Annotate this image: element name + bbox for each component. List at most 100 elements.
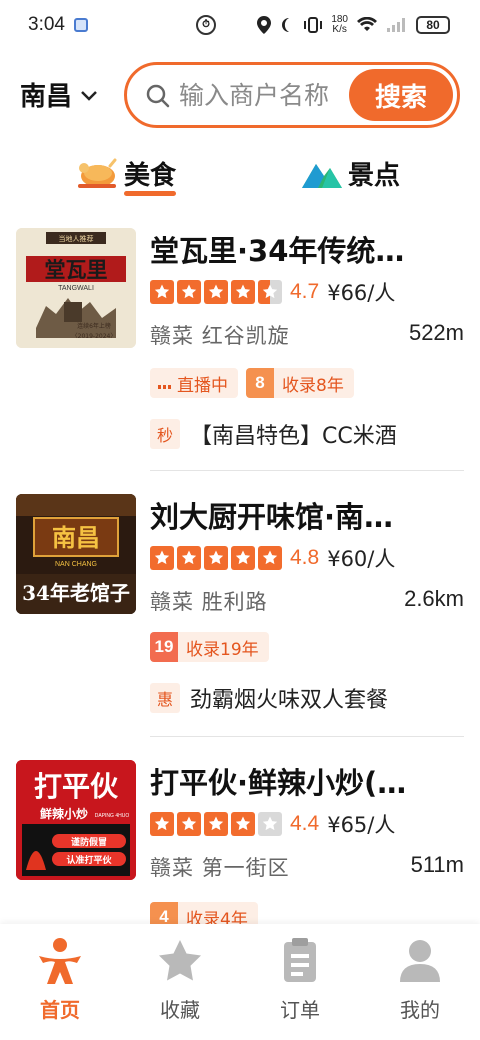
live-tag[interactable]: 直播中 <box>150 368 238 398</box>
nav-favorites-label: 收藏 <box>160 998 200 1022</box>
header: 南昌 搜索 <box>0 58 480 130</box>
moon-icon <box>282 18 290 32</box>
search-bar: 搜索 <box>124 62 460 128</box>
svg-text:谨防假冒: 谨防假冒 <box>71 836 107 848</box>
svg-text:34年老馆子: 34年老馆子 <box>22 581 130 605</box>
nav-home[interactable]: 首页 <box>15 936 105 1023</box>
cuisine-area: 赣菜 第一街区 <box>150 856 290 880</box>
svg-text:TANGWALI: TANGWALI <box>58 285 94 292</box>
discount-badge: 惠 <box>150 683 180 713</box>
nav-orders-label: 订单 <box>280 998 320 1022</box>
battery-icon: 80 <box>416 16 450 34</box>
rating-score: 4.7 <box>290 280 320 303</box>
svg-text:DAPING 4HUO: DAPING 4HUO <box>95 813 130 819</box>
wifi-icon <box>357 17 377 31</box>
distance: 2.6km <box>404 586 464 611</box>
search-input[interactable] <box>179 75 351 115</box>
divider <box>150 470 464 471</box>
restaurant-thumbnail: 当地人推荐 堂瓦里 TANGWALI 连续6年上榜 〈2019-2024〉 <box>16 228 136 348</box>
cuisine-area: 赣菜 红谷凯旋 <box>150 324 290 348</box>
vibrate-icon <box>304 17 323 33</box>
bottom-nav: 首页 收藏 订单 我的 <box>0 924 480 1040</box>
restaurant-thumbnail: 南昌 NAN CHANG 34年老馆子 <box>16 494 136 614</box>
restaurant-title: 刘大厨开味馆·南… <box>150 500 394 534</box>
star-rating <box>150 546 282 570</box>
star-rating <box>150 812 282 836</box>
tags-row: 直播中 8 收录8年 <box>150 368 354 398</box>
user-icon <box>400 940 440 982</box>
deal-row[interactable]: 秒 【南昌特色】CC米酒 <box>150 418 397 450</box>
star-icon <box>231 546 255 570</box>
city-selector[interactable]: 南昌 <box>20 76 98 113</box>
star-icon <box>258 280 282 304</box>
svg-text:〈2019-2024〉: 〈2019-2024〉 <box>72 333 117 340</box>
nav-favorites[interactable]: 收藏 <box>135 936 225 1023</box>
tab-scenic-label: 景点 <box>348 160 401 191</box>
star-icon <box>231 812 255 836</box>
tangwali-poster: 当地人推荐 堂瓦里 TANGWALI 连续6年上榜 〈2019-2024〉 <box>16 228 136 348</box>
tab-scenic[interactable]: 景点 <box>302 150 400 196</box>
nav-profile-label: 我的 <box>400 998 440 1022</box>
city-label: 南昌 <box>20 82 73 112</box>
star-icon <box>177 280 201 304</box>
avg-price: ¥60/人 <box>327 547 396 571</box>
svg-text:堂瓦里: 堂瓦里 <box>45 257 108 282</box>
flash-sale-badge: 秒 <box>150 419 180 449</box>
star-icon <box>204 812 228 836</box>
svg-text:打平伙: 打平伙 <box>34 770 119 803</box>
nanchang-poster: 南昌 NAN CHANG 34年老馆子 <box>16 494 136 614</box>
network-speed: 180 K/s <box>331 14 348 35</box>
star-rating <box>150 280 282 304</box>
svg-text:NAN CHANG: NAN CHANG <box>55 561 97 568</box>
deal-text: 【南昌特色】CC米酒 <box>190 424 397 449</box>
svg-text:认准打平伙: 认准打平伙 <box>66 854 112 866</box>
nav-profile[interactable]: 我的 <box>375 936 465 1023</box>
rating-row: 4.7 ¥66/人 <box>150 278 395 306</box>
svg-text:当地人推荐: 当地人推荐 <box>59 234 94 243</box>
star-icon <box>231 280 255 304</box>
avg-price: ¥66/人 <box>327 281 396 305</box>
star-icon <box>150 280 174 304</box>
years-tag: 8 收录8年 <box>246 368 354 398</box>
star-icon <box>204 280 228 304</box>
location-icon <box>257 16 272 34</box>
nav-orders[interactable]: 订单 <box>255 936 345 1023</box>
star-icon <box>150 812 174 836</box>
mountain-icon <box>302 164 342 188</box>
notification-app-icon <box>74 18 88 32</box>
tab-food[interactable]: 美食 <box>76 150 177 196</box>
status-time: 3:04 <box>28 14 65 35</box>
star-icon <box>258 546 282 570</box>
home-person-icon <box>39 938 81 984</box>
dapinghuo-poster: 打平伙 鲜辣小炒 DAPING 4HUO 谨防假冒 认准打平伙 <box>16 760 136 880</box>
star-icon <box>177 546 201 570</box>
deal-text: 劲霸烟火味双人套餐 <box>190 688 389 713</box>
restaurant-title: 堂瓦里·34年传统… <box>150 234 405 268</box>
rating-row: 4.4 ¥65/人 <box>150 810 395 838</box>
cuisine-area: 赣菜 胜利路 <box>150 590 268 614</box>
star-icon <box>150 546 174 570</box>
svg-text:连续6年上榜: 连续6年上榜 <box>77 322 111 330</box>
meta-row: 赣菜 第一街区 511m <box>150 852 464 880</box>
avg-price: ¥65/人 <box>327 813 396 837</box>
svg-text:鲜辣小炒: 鲜辣小炒 <box>40 806 88 821</box>
rating-score: 4.4 <box>290 812 320 835</box>
svg-text:南昌: 南昌 <box>52 523 100 552</box>
nav-home-label: 首页 <box>40 998 80 1022</box>
deal-row[interactable]: 惠 劲霸烟火味双人套餐 <box>150 682 388 714</box>
meta-row: 赣菜 胜利路 2.6km <box>150 586 464 614</box>
clipboard-icon <box>284 938 316 982</box>
roast-chicken-icon <box>78 158 117 188</box>
status-icons: 180 K/s 80 <box>257 12 450 38</box>
distance: 522m <box>408 320 464 345</box>
category-tabs: 美食 景点 <box>0 150 480 200</box>
meta-row: 赣菜 红谷凯旋 522m <box>150 320 464 348</box>
star-icon <box>159 940 201 981</box>
rating-score: 4.8 <box>290 546 320 569</box>
search-button[interactable]: 搜索 <box>349 69 453 121</box>
rating-row: 4.8 ¥60/人 <box>150 544 395 572</box>
search-icon <box>146 84 170 108</box>
tags-row: 19 收录19年 <box>150 632 269 662</box>
tab-food-label: 美食 <box>124 155 177 196</box>
restaurant-thumbnail: 打平伙 鲜辣小炒 DAPING 4HUO 谨防假冒 认准打平伙 <box>16 760 136 880</box>
